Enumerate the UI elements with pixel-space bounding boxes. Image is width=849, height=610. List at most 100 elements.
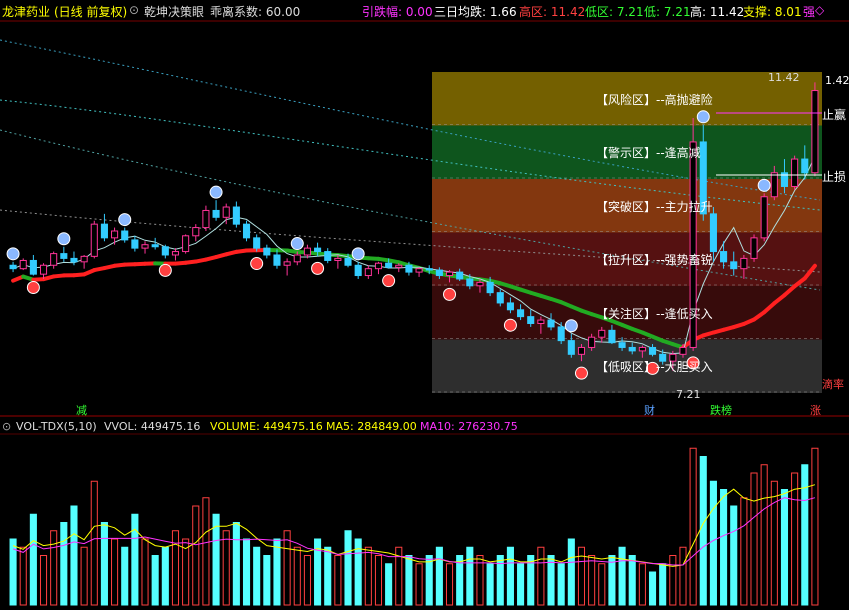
yindie-value: 引跌幅: 0.00 bbox=[362, 5, 433, 19]
volume-bar bbox=[263, 555, 271, 606]
volume-bar bbox=[445, 563, 454, 606]
volume-bar bbox=[9, 538, 17, 606]
kline-chart[interactable] bbox=[0, 0, 849, 610]
zone-label: 【关注区】--逢低买入 bbox=[596, 306, 713, 321]
buy-signal-ball bbox=[26, 281, 40, 295]
candle-body bbox=[557, 326, 565, 342]
candle-body bbox=[202, 209, 210, 229]
volume-indicator-name[interactable]: VOL-TDX(5,10) bbox=[16, 420, 97, 433]
volume-bar bbox=[801, 464, 809, 606]
strong-label: 强 bbox=[803, 5, 816, 19]
candle-body bbox=[374, 262, 383, 270]
volume-bar bbox=[659, 563, 667, 606]
volume-bar bbox=[334, 555, 342, 606]
volume-bar bbox=[466, 546, 474, 606]
candle-body bbox=[405, 264, 413, 273]
volume-bar bbox=[273, 538, 281, 606]
buy-signal-ball bbox=[503, 318, 517, 332]
candle-body bbox=[80, 255, 88, 263]
volume-bar bbox=[740, 497, 748, 606]
volume-bar bbox=[598, 563, 606, 606]
candle-body bbox=[9, 264, 17, 270]
chevron-circle-icon[interactable]: ⊙ bbox=[129, 3, 139, 17]
max-price-label: 11.42 bbox=[768, 71, 800, 84]
stock-title[interactable]: 龙津药业 bbox=[2, 3, 50, 20]
mark-diebang: 跌榜 bbox=[710, 404, 732, 417]
low-zone-value: 低区: 7.21 bbox=[585, 5, 644, 19]
volume-bar bbox=[141, 538, 149, 606]
candle-body bbox=[801, 158, 809, 174]
volume-bar bbox=[364, 546, 372, 606]
volume-bar bbox=[80, 546, 88, 606]
candle-body bbox=[100, 223, 108, 239]
ma5-value: MA5: 284849.00 bbox=[326, 420, 417, 433]
volume-bar bbox=[669, 555, 677, 606]
candle-body bbox=[70, 257, 78, 263]
candle-body bbox=[385, 262, 393, 268]
candle-body bbox=[364, 268, 372, 277]
volume-bar bbox=[537, 546, 545, 606]
volume-bar bbox=[171, 530, 180, 606]
sell-signal-ball bbox=[290, 237, 304, 251]
volume-bar bbox=[293, 546, 301, 606]
candle-body bbox=[212, 209, 220, 218]
buy-signal-ball bbox=[574, 366, 588, 380]
volume-bar bbox=[588, 555, 596, 606]
volume-bar bbox=[811, 447, 819, 606]
sell-signal-ball bbox=[564, 319, 578, 333]
candle-body bbox=[506, 302, 514, 311]
volume-bar bbox=[192, 505, 200, 606]
candle-body bbox=[608, 329, 616, 344]
volume-bar bbox=[618, 546, 626, 606]
volume-bar bbox=[638, 563, 646, 606]
volume-bar bbox=[496, 555, 504, 606]
sell-signal-ball bbox=[57, 232, 71, 246]
volume-bar bbox=[730, 505, 738, 606]
candle-body bbox=[770, 172, 778, 198]
candle-body bbox=[395, 264, 403, 268]
chevron-circle-icon[interactable]: ⊙ bbox=[2, 420, 11, 433]
candle-body bbox=[537, 319, 545, 324]
candle-body bbox=[314, 247, 322, 253]
candle-body bbox=[598, 329, 606, 338]
min-price-label: 7.21 bbox=[676, 388, 701, 401]
volume-bar bbox=[608, 555, 616, 606]
diamond-icon[interactable]: ◇ bbox=[815, 3, 824, 17]
volume-bar bbox=[232, 522, 240, 606]
volume-bar bbox=[131, 513, 139, 606]
candle-body bbox=[60, 253, 68, 259]
period-label[interactable]: (日线 前复权) bbox=[54, 3, 127, 20]
candle-body bbox=[171, 251, 180, 256]
volume-bar bbox=[547, 555, 555, 606]
candle-body bbox=[39, 264, 48, 275]
high-value: 高: 11.42 bbox=[690, 5, 745, 19]
candle-body bbox=[182, 235, 190, 253]
candle-body bbox=[435, 269, 443, 277]
candle-body bbox=[628, 346, 636, 352]
buy-signal-ball bbox=[382, 274, 396, 288]
candle-body bbox=[161, 246, 169, 256]
volume-bar bbox=[222, 530, 230, 606]
sell-signal-ball bbox=[209, 185, 223, 199]
volume-bar bbox=[161, 546, 169, 606]
candle-body bbox=[354, 264, 362, 277]
indicator-name[interactable]: 乾坤决策眼 bbox=[144, 3, 204, 20]
volume-bar bbox=[557, 563, 565, 606]
volume-bar bbox=[19, 546, 27, 606]
candle-body bbox=[791, 158, 799, 187]
info-bar: 龙津药业 (日线 前复权) ⊙ 乾坤决策眼 乖离系数: 60.00 引跌幅: 0… bbox=[0, 0, 849, 20]
volume-value: VOLUME: 449475.16 bbox=[210, 420, 323, 433]
volume-bar bbox=[374, 555, 383, 606]
candle-body bbox=[415, 268, 423, 273]
volume-bar bbox=[121, 546, 129, 606]
candle-body bbox=[50, 253, 58, 266]
candle-body bbox=[648, 346, 657, 355]
candle-body bbox=[334, 257, 342, 261]
candle-body bbox=[567, 340, 575, 355]
volume-bar bbox=[60, 522, 68, 606]
volume-bar bbox=[425, 555, 433, 606]
volume-bar bbox=[39, 555, 48, 606]
sell-signal-ball bbox=[696, 110, 710, 124]
volume-bar bbox=[70, 505, 78, 606]
candle-body bbox=[466, 278, 474, 287]
